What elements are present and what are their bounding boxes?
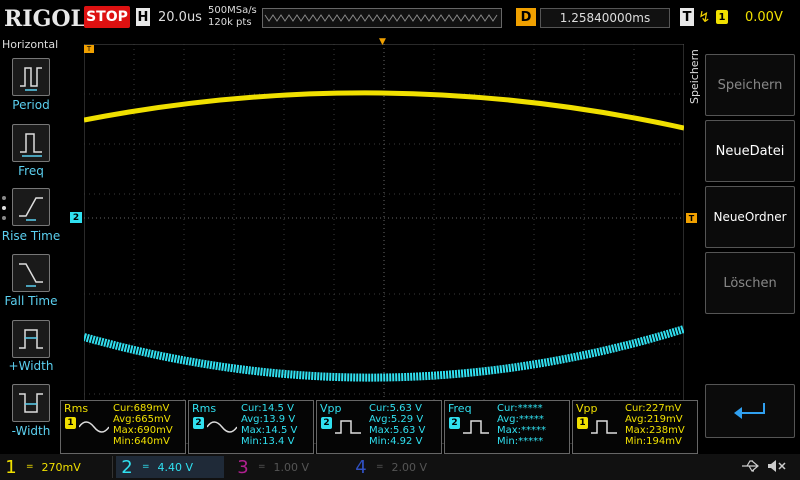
positive-width-button[interactable] xyxy=(12,320,50,358)
rising-edge-icon: ↯ xyxy=(698,8,711,26)
neue-ordner-button[interactable]: NeueOrdner xyxy=(705,186,795,248)
measurement-channel-tag: 2 xyxy=(321,417,332,429)
measurement-vpp-ch2[interactable]: Vpp 2 Cur:5.63 V Avg:5.29 V Max:5.63 V M… xyxy=(316,400,442,454)
waveform-display[interactable] xyxy=(84,44,684,444)
rise-time-icon xyxy=(12,188,50,226)
measurement-freq-ch2[interactable]: Freq 2 Cur:***** Avg:***** Max:***** Min… xyxy=(444,400,570,454)
measurement-channel-tag: 1 xyxy=(577,417,588,429)
dc-coupling-icon: = xyxy=(258,462,266,472)
channel-1-number: 1 xyxy=(5,456,17,478)
return-arrow-icon xyxy=(734,403,765,419)
channel-3-number: 3 xyxy=(237,456,249,478)
measurement-name: Rms xyxy=(64,402,89,415)
loeschen-button[interactable]: Löschen xyxy=(705,252,795,314)
run-stop-indicator[interactable]: STOP xyxy=(84,6,130,28)
dc-coupling-icon: = xyxy=(376,462,384,472)
left-menu-title: Horizontal xyxy=(2,38,59,51)
period-icon xyxy=(12,58,50,96)
measurement-stats: Cur:***** Avg:***** Max:***** Min:***** xyxy=(497,403,547,447)
channel-2-number: 2 xyxy=(121,456,133,478)
sample-rate: 500MSa/s xyxy=(208,5,257,16)
channel-1-settings[interactable]: 1 = 270mV xyxy=(0,456,113,478)
delay-label: D xyxy=(516,8,536,26)
channel-1-scale: 270mV xyxy=(41,460,81,474)
channel-3-settings[interactable]: 3 = 1.00 V xyxy=(232,456,344,478)
measurement-channel-tag: 1 xyxy=(65,417,76,429)
neue-datei-button[interactable]: NeueDatei xyxy=(705,120,795,182)
page-dot xyxy=(2,196,6,200)
channel-4-number: 4 xyxy=(355,456,367,478)
measurement-stats: Cur:5.63 V Avg:5.29 V Max:5.63 V Min:4.9… xyxy=(369,403,426,447)
measurement-stats: Cur:227mV Avg:219mV Max:238mV Min:194mV xyxy=(625,403,685,447)
return-button[interactable] xyxy=(705,384,795,438)
trigger-position-marker[interactable]: ▼ xyxy=(379,37,386,47)
page-dot-active xyxy=(2,206,6,210)
fall-time-icon xyxy=(12,254,50,292)
measurement-channel-tag: 2 xyxy=(449,417,460,429)
measurement-rms-ch2[interactable]: Rms 2 Cur:14.5 V Avg:13.9 V Max:14.5 V M… xyxy=(188,400,314,454)
fall-time-button[interactable] xyxy=(12,254,50,292)
trigger-source[interactable]: 1 xyxy=(716,10,728,24)
page-dot xyxy=(2,216,6,220)
measurement-name: Rms xyxy=(192,402,217,415)
dc-coupling-icon: = xyxy=(26,462,34,472)
rise-time-button[interactable] xyxy=(12,188,50,226)
memory-depth: 120k pts xyxy=(208,17,252,28)
rise-time-label: Rise Time xyxy=(1,229,61,243)
speaker-muted-icon[interactable] xyxy=(766,458,786,474)
channel-3-scale: 1.00 V xyxy=(273,460,310,474)
freq-icon xyxy=(12,124,50,162)
measurement-stats: Cur:689mV Avg:665mV Max:690mV Min:640mV xyxy=(113,403,173,447)
freq-wave-icon xyxy=(463,420,489,434)
trigger-level[interactable]: 0.00V xyxy=(745,10,783,25)
memory-waveform-overview xyxy=(262,8,502,28)
measurement-rms-ch1[interactable]: Rms 1 Cur:689mV Avg:665mV Max:690mV Min:… xyxy=(60,400,186,454)
negative-width-label: -Width xyxy=(11,424,51,438)
measurement-stats: Cur:14.5 V Avg:13.9 V Max:14.5 V Min:13.… xyxy=(241,403,298,447)
measurement-name: Vpp xyxy=(320,402,342,415)
horizontal-label: H xyxy=(136,8,150,26)
fall-time-label: Fall Time xyxy=(4,294,58,308)
channel-2-settings[interactable]: 2 = 4.40 V xyxy=(116,456,224,478)
measurement-name: Freq xyxy=(448,402,472,415)
period-button[interactable] xyxy=(12,58,50,96)
freq-label: Freq xyxy=(18,164,44,178)
speichern-button[interactable]: Speichern xyxy=(705,54,795,116)
rms-wave-icon xyxy=(207,421,237,433)
freq-button[interactable] xyxy=(12,124,50,162)
channel-4-scale: 2.00 V xyxy=(391,460,428,474)
measurement-vpp-ch1[interactable]: Vpp 1 Cur:227mV Avg:219mV Max:238mV Min:… xyxy=(572,400,698,454)
time-origin-marker: T xyxy=(84,45,94,53)
period-label: Period xyxy=(12,98,50,112)
measurement-name: Vpp xyxy=(576,402,598,415)
vpp-wave-icon xyxy=(591,420,617,434)
channel-4-settings[interactable]: 4 = 2.00 V xyxy=(350,456,462,478)
memory-overview-wave xyxy=(264,14,498,22)
channel-2-scale: 4.40 V xyxy=(157,460,194,474)
right-menu-title: Speichern xyxy=(688,49,701,104)
trigger-level-marker[interactable]: T xyxy=(686,213,697,223)
rigol-logo: RIGOL xyxy=(4,6,86,32)
positive-width-icon xyxy=(12,320,50,358)
trigger-label: T xyxy=(680,8,694,26)
delay-value[interactable]: 1.25840000ms xyxy=(540,8,670,28)
usb-icon xyxy=(742,460,759,472)
negative-width-icon xyxy=(12,384,50,422)
timebase-value[interactable]: 20.0us xyxy=(158,10,202,25)
negative-width-button[interactable] xyxy=(12,384,50,422)
dc-coupling-icon: = xyxy=(142,462,150,472)
sample-rate-info: 500MSa/s 120k pts xyxy=(208,5,257,29)
positive-width-label: +Width xyxy=(8,359,54,373)
measurement-channel-tag: 2 xyxy=(193,417,204,429)
rms-wave-icon xyxy=(79,421,109,433)
vpp-wave-icon xyxy=(335,420,361,434)
channel-2-offset-marker[interactable]: 2 xyxy=(70,212,82,223)
